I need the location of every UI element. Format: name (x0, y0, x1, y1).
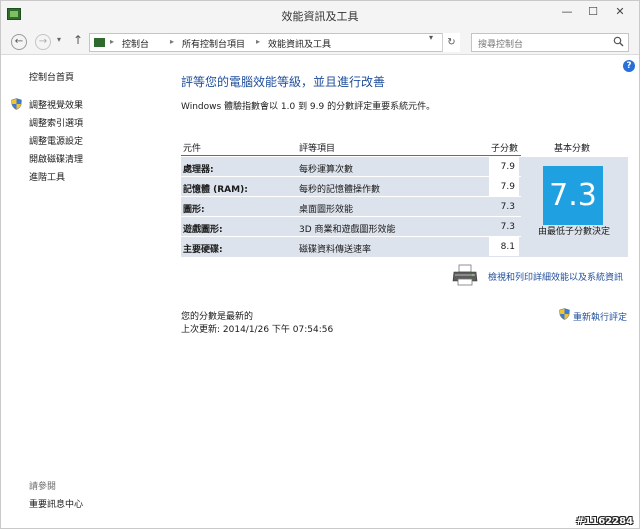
window: 效能資訊及工具 — ☐ ✕ ← → ▾ ↑ ▸ 控制台 ▸ 所有控制台項目 ▸ … (0, 0, 640, 529)
column-header-base-score: 基本分數 (554, 144, 591, 154)
row-divider (181, 176, 521, 177)
search-placeholder[interactable]: 搜尋控制台 (478, 37, 523, 50)
title-bar: 效能資訊及工具 — ☐ ✕ (1, 1, 639, 29)
row-item-gaming-graphics: 3D 商業和遊戲圖形效能 (299, 225, 396, 235)
window-title: 效能資訊及工具 (281, 10, 359, 23)
row-component-memory: 記憶體 (RAM): (183, 185, 248, 195)
breadcrumb-control-panel[interactable]: 控制台 (122, 37, 149, 50)
see-also-label: 請參閱 (29, 482, 57, 492)
minimize-button[interactable]: — (555, 3, 579, 21)
control-panel-icon (94, 38, 105, 47)
row-score-graphics: 7.3 (500, 202, 515, 212)
breadcrumb-performance[interactable]: 效能資訊及工具 (268, 37, 331, 50)
watermark: #1162284 (576, 516, 634, 527)
recent-locations-button[interactable]: ▾ (57, 35, 61, 44)
view-print-details-link[interactable]: 檢視和列印詳細效能以及系統資訊 (488, 270, 623, 283)
column-header-item: 評等項目 (299, 144, 336, 154)
row-item-processor: 每秒運算次數 (299, 165, 354, 175)
header-divider (181, 155, 521, 156)
refresh-button[interactable]: ↻ (442, 33, 460, 52)
column-header-component: 元件 (183, 144, 202, 154)
sidebar-item-advanced-tools[interactable]: 進階工具 (29, 170, 65, 183)
maximize-button[interactable]: ☐ (581, 3, 605, 21)
up-button[interactable]: ↑ (73, 33, 83, 47)
row-score-processor: 7.9 (500, 162, 515, 172)
forward-button[interactable]: → (35, 34, 51, 50)
address-bar[interactable]: ▸ 控制台 ▸ 所有控制台項目 ▸ 效能資訊及工具 (89, 33, 459, 52)
sidebar-item-disk-cleanup[interactable]: 開啟磁碟清理 (29, 152, 83, 165)
row-item-primary-disk: 磁碟資料傳送速率 (299, 245, 372, 255)
address-dropdown-button[interactable]: ▾ (429, 33, 433, 42)
breadcrumb-separator[interactable]: ▸ (170, 37, 174, 46)
row-component-primary-disk: 主要硬碟: (183, 245, 223, 255)
score-status: 您的分數是最新的 (181, 312, 254, 322)
breadcrumb-all-items[interactable]: 所有控制台項目 (182, 37, 245, 50)
action-center-link[interactable]: 重要訊息中心 (29, 497, 83, 510)
help-icon[interactable]: ? (623, 60, 635, 72)
sidebar-item-control-panel-home[interactable]: 控制台首頁 (29, 70, 74, 83)
page-description: Windows 體驗指數會以 1.0 到 9.9 的分數評定重要系統元件。 (181, 102, 436, 112)
row-score-primary-disk: 8.1 (500, 242, 515, 252)
back-button[interactable]: ← (11, 34, 27, 50)
row-divider (181, 236, 521, 237)
row-item-graphics: 桌面圖形效能 (299, 205, 354, 215)
breadcrumb-separator[interactable]: ▸ (256, 37, 260, 46)
row-component-gaming-graphics: 遊戲圖形: (183, 225, 223, 235)
row-component-graphics: 圖形: (183, 205, 205, 215)
page-title: 評等您的電腦效能等級，並且進行改善 (181, 75, 386, 89)
search-box[interactable]: 搜尋控制台 (471, 33, 629, 52)
uac-shield-icon (559, 308, 570, 320)
row-component-processor: 處理器: (183, 165, 214, 175)
row-divider (181, 216, 521, 217)
breadcrumb-separator[interactable]: ▸ (110, 37, 114, 46)
row-score-memory: 7.9 (500, 182, 515, 192)
last-update-time: 上次更新: 2014/1/26 下午 07:54:56 (181, 325, 334, 335)
row-divider (181, 196, 521, 197)
base-score-tile: 7.3 (543, 166, 603, 225)
sidebar-item-power-settings[interactable]: 調整電源設定 (29, 134, 83, 147)
sidebar-item-visual-effects[interactable]: 調整視覺效果 (29, 98, 83, 111)
search-icon[interactable] (613, 36, 624, 47)
base-score-note: 由最低子分數決定 (537, 227, 610, 237)
rerun-assessment-link[interactable]: 重新執行評定 (573, 310, 627, 323)
uac-shield-icon (11, 98, 22, 110)
sidebar-item-indexing-options[interactable]: 調整索引選項 (29, 116, 83, 129)
printer-icon (452, 264, 478, 286)
row-item-memory: 每秒的記憶體操作數 (299, 185, 381, 195)
row-score-gaming-graphics: 7.3 (500, 222, 515, 232)
close-button[interactable]: ✕ (608, 3, 632, 21)
column-header-subscore: 子分數 (491, 144, 519, 154)
